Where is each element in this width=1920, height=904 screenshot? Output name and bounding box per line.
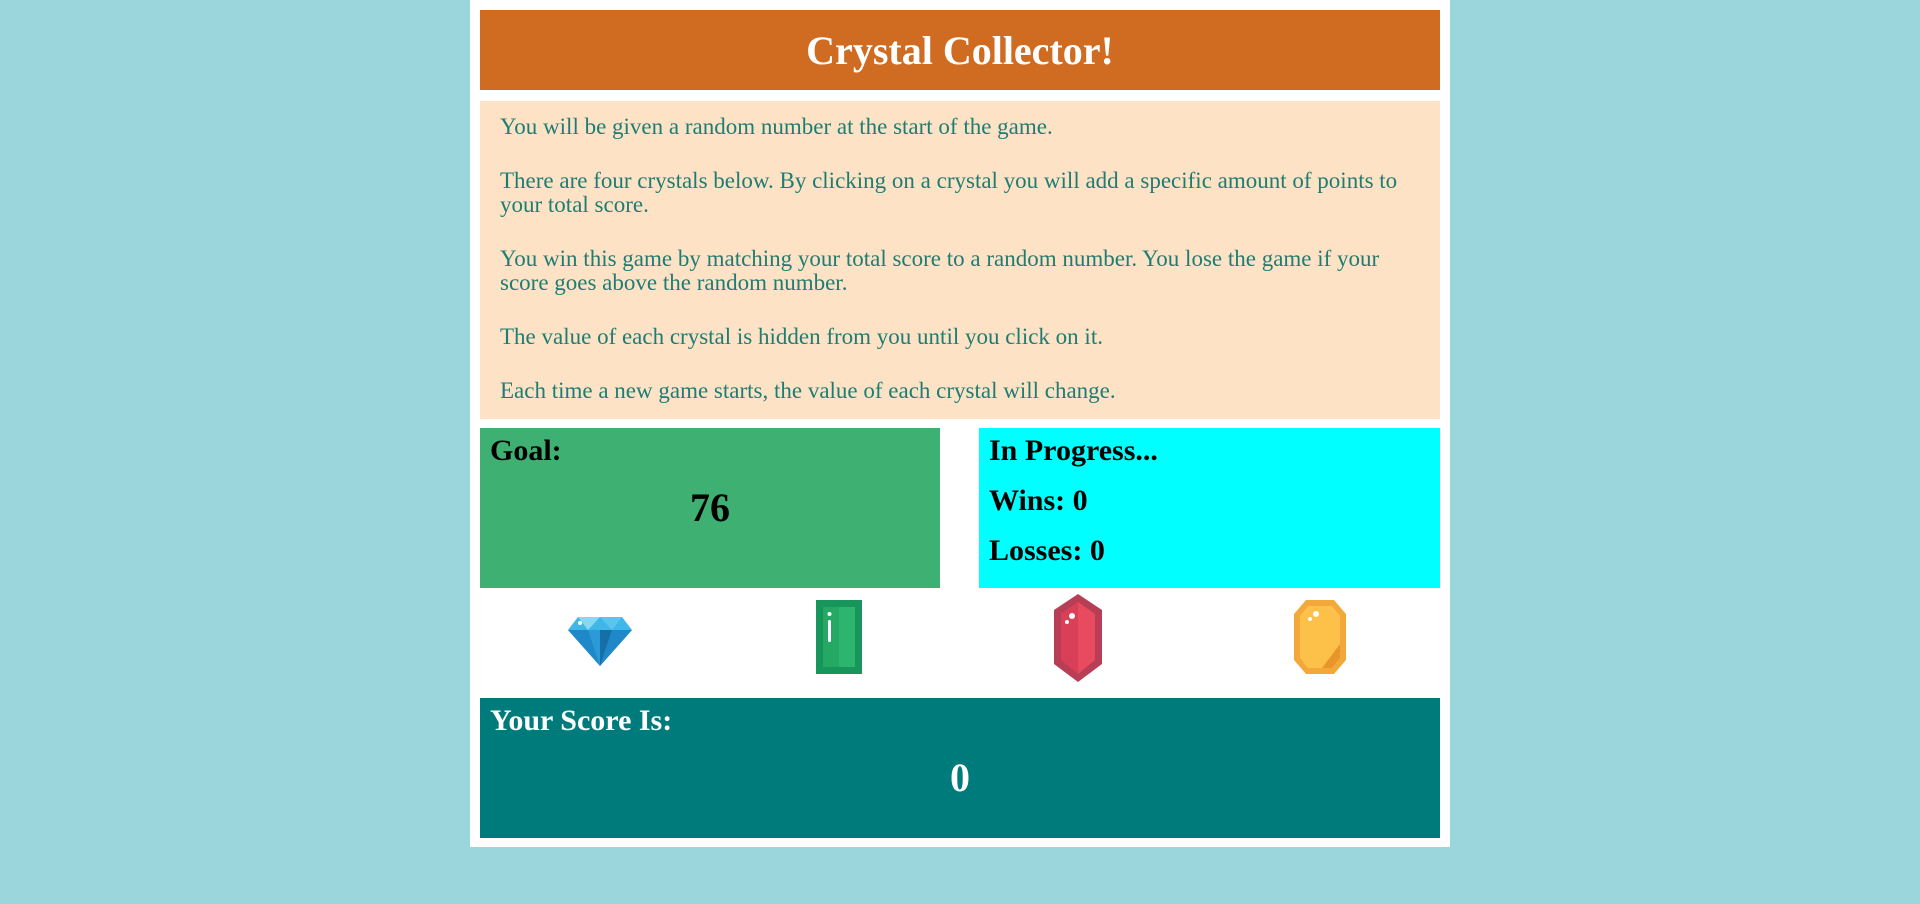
instruction-line: Each time a new game starts, the value o… bbox=[500, 378, 1116, 403]
wins-counter: Wins: 0 bbox=[989, 484, 1088, 517]
instruction-line: You win this game by matching your total… bbox=[500, 246, 1380, 295]
crystal-green-button[interactable] bbox=[816, 600, 862, 674]
crystal-red-button[interactable] bbox=[1052, 592, 1104, 684]
instruction-line: There are four crystals below. By clicki… bbox=[500, 168, 1398, 217]
title-text: Crystal Collector! bbox=[806, 27, 1114, 73]
game-container: Crystal Collector! You will be given a r… bbox=[470, 0, 1450, 847]
green-emerald-icon bbox=[816, 600, 862, 674]
status-panel: In Progress... Wins: 0 Losses: 0 bbox=[979, 428, 1440, 588]
instruction-line: The value of each crystal is hidden from… bbox=[500, 324, 1103, 349]
score-panel: Your Score Is: 0 bbox=[480, 698, 1440, 838]
yellow-topaz-icon bbox=[1294, 600, 1346, 674]
goal-label: Goal: bbox=[490, 434, 562, 467]
blue-diamond-icon bbox=[568, 617, 632, 666]
red-ruby-icon bbox=[1054, 594, 1102, 682]
crystal-blue-button[interactable] bbox=[566, 614, 634, 670]
crystal-yellow-button[interactable] bbox=[1292, 598, 1348, 676]
losses-counter: Losses: 0 bbox=[989, 534, 1105, 567]
goal-panel: Goal: 76 bbox=[480, 428, 940, 588]
score-label: Your Score Is: bbox=[490, 704, 673, 737]
goal-number: 76 bbox=[690, 485, 730, 530]
game-status: In Progress... bbox=[989, 434, 1158, 467]
page-title: Crystal Collector! bbox=[480, 10, 1440, 90]
instructions-panel: You will be given a random number at the… bbox=[480, 101, 1440, 419]
instruction-line: You will be given a random number at the… bbox=[500, 114, 1053, 139]
score-number: 0 bbox=[950, 755, 970, 800]
